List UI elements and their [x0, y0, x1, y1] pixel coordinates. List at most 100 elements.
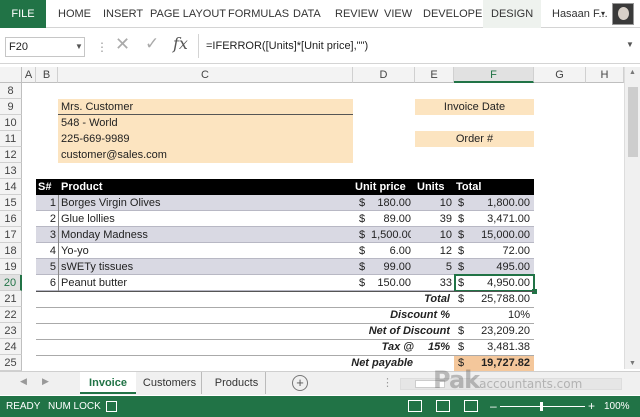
file-tab[interactable]: FILE [0, 0, 46, 28]
header-sn[interactable]: S# [38, 179, 58, 195]
invoice-date-label[interactable]: Invoice Date [415, 99, 534, 115]
header-units[interactable]: Units [417, 179, 454, 195]
row-unit-price[interactable]: 1,500.00 [371, 227, 411, 243]
tab-formulas[interactable]: FORMULAS [228, 0, 289, 28]
row-header[interactable]: 10 [0, 115, 22, 131]
tab-splitter-icon[interactable]: ⋮ [382, 376, 393, 389]
row-unit-price[interactable]: 6.00 [371, 243, 411, 259]
summary-tax-label[interactable]: Tax @ [330, 339, 414, 355]
row-sn[interactable]: 1 [36, 195, 56, 211]
row-units[interactable]: 5 [415, 259, 452, 275]
tab-home[interactable]: HOME [58, 0, 91, 28]
column-header-g[interactable]: G [534, 67, 586, 83]
column-header-d[interactable]: D [353, 67, 415, 83]
tab-insert[interactable]: INSERT [103, 0, 143, 28]
page-break-view-icon[interactable] [464, 400, 478, 412]
row-header[interactable]: 18 [0, 243, 22, 259]
header-total[interactable]: Total [456, 179, 516, 195]
row-header[interactable]: 24 [0, 339, 22, 355]
row-units[interactable]: 12 [415, 243, 452, 259]
expand-formula-bar-icon[interactable]: ▼ [626, 40, 634, 49]
sheet-tab-products[interactable]: Products [208, 372, 266, 394]
add-sheet-button[interactable]: + [292, 375, 308, 391]
row-sn[interactable]: 6 [36, 275, 56, 291]
vertical-scrollbar[interactable]: ▲ ▼ [624, 67, 640, 369]
summary-tax-value[interactable]: 3,481.38 [470, 339, 530, 355]
name-box[interactable]: F20 [5, 37, 85, 57]
formula-input[interactable]: =IFERROR([Units]*[Unit price],"") [198, 34, 628, 58]
summary-total-value[interactable]: 25,788.00 [470, 291, 530, 307]
zoom-in-button[interactable]: + [588, 396, 595, 417]
row-product[interactable]: Glue lollies [61, 211, 351, 227]
row-unit-price[interactable]: 150.00 [371, 275, 411, 291]
summary-total-label[interactable]: Total [360, 291, 450, 307]
row-unit-price[interactable]: 89.00 [371, 211, 411, 227]
header-unit-price[interactable]: Unit price [355, 179, 415, 195]
summary-net-payable-label[interactable]: Net payable [290, 355, 413, 371]
row-total[interactable]: 495.00 [470, 259, 530, 275]
row-units[interactable]: 10 [415, 227, 452, 243]
row-header[interactable]: 15 [0, 195, 22, 211]
page-layout-view-icon[interactable] [436, 400, 450, 412]
row-total[interactable]: 3,471.00 [470, 211, 530, 227]
row-units[interactable]: 39 [415, 211, 452, 227]
row-header[interactable]: 16 [0, 211, 22, 227]
name-box-dropdown-icon[interactable]: ▼ [75, 37, 83, 57]
tab-view[interactable]: VIEW [384, 0, 412, 28]
row-sn[interactable]: 4 [36, 243, 56, 259]
cancel-entry-icon[interactable]: ✕ [115, 34, 130, 55]
normal-view-icon[interactable] [408, 400, 422, 412]
row-sn[interactable]: 2 [36, 211, 56, 227]
summary-discount-value[interactable]: 10% [470, 307, 530, 323]
row-header[interactable]: 17 [0, 227, 22, 243]
row-product[interactable]: sWETy tissues [61, 259, 351, 275]
tab-data[interactable]: DATA [293, 0, 321, 28]
row-product[interactable]: Yo-yo [61, 243, 351, 259]
row-header[interactable]: 13 [0, 163, 22, 179]
zoom-slider-thumb[interactable] [540, 402, 543, 411]
row-header-selected[interactable]: 20 [0, 275, 22, 291]
row-header[interactable]: 25 [0, 355, 22, 371]
summary-discount-label[interactable]: Discount % [330, 307, 450, 323]
enter-entry-icon[interactable]: ✓ [145, 34, 159, 54]
row-total[interactable]: 72.00 [470, 243, 530, 259]
tab-design[interactable]: DESIGN [483, 0, 542, 28]
row-product[interactable]: Monday Madness [61, 227, 351, 243]
avatar[interactable] [612, 3, 634, 25]
user-dropdown-icon[interactable]: ▾ [601, 0, 605, 28]
sheet-tab-customers[interactable]: Customers [138, 372, 202, 394]
vertical-scroll-thumb[interactable] [628, 87, 638, 157]
next-sheet-icon[interactable]: ▶ [42, 376, 49, 387]
order-number-label[interactable]: Order # [415, 131, 534, 147]
summary-tax-rate[interactable]: 15% [416, 339, 450, 355]
row-header[interactable]: 23 [0, 323, 22, 339]
summary-net-discount-value[interactable]: 23,209.20 [470, 323, 530, 339]
column-header-b[interactable]: B [36, 67, 58, 83]
row-total[interactable]: 1,800.00 [470, 195, 530, 211]
select-all-corner[interactable] [0, 67, 22, 83]
row-header[interactable]: 22 [0, 307, 22, 323]
row-sn[interactable]: 3 [36, 227, 56, 243]
column-header-f[interactable]: F [454, 67, 534, 83]
row-header[interactable]: 11 [0, 131, 22, 147]
scroll-up-icon[interactable]: ▲ [629, 69, 636, 76]
column-header-a[interactable]: A [22, 67, 36, 83]
tab-review[interactable]: REVIEW [335, 0, 378, 28]
zoom-level[interactable]: 100% [604, 396, 630, 417]
user-name[interactable]: Hasaan F... [552, 0, 608, 28]
prev-sheet-icon[interactable]: ◀ [20, 376, 27, 387]
scroll-down-icon[interactable]: ▼ [629, 360, 636, 367]
summary-net-discount-label[interactable]: Net of Discount [330, 323, 450, 339]
column-header-e[interactable]: E [415, 67, 454, 83]
row-header[interactable]: 19 [0, 259, 22, 275]
tab-developer[interactable]: DEVELOPER [423, 0, 490, 28]
customer-email[interactable]: customer@sales.com [61, 147, 351, 163]
tab-page-layout[interactable]: PAGE LAYOUT [150, 0, 226, 28]
row-units[interactable]: 10 [415, 195, 452, 211]
row-header[interactable]: 8 [0, 83, 22, 99]
row-header[interactable]: 21 [0, 291, 22, 307]
row-unit-price[interactable]: 99.00 [371, 259, 411, 275]
column-header-c[interactable]: C [58, 67, 353, 83]
customer-phone[interactable]: 225-669-9989 [61, 131, 351, 147]
row-sn[interactable]: 5 [36, 259, 56, 275]
